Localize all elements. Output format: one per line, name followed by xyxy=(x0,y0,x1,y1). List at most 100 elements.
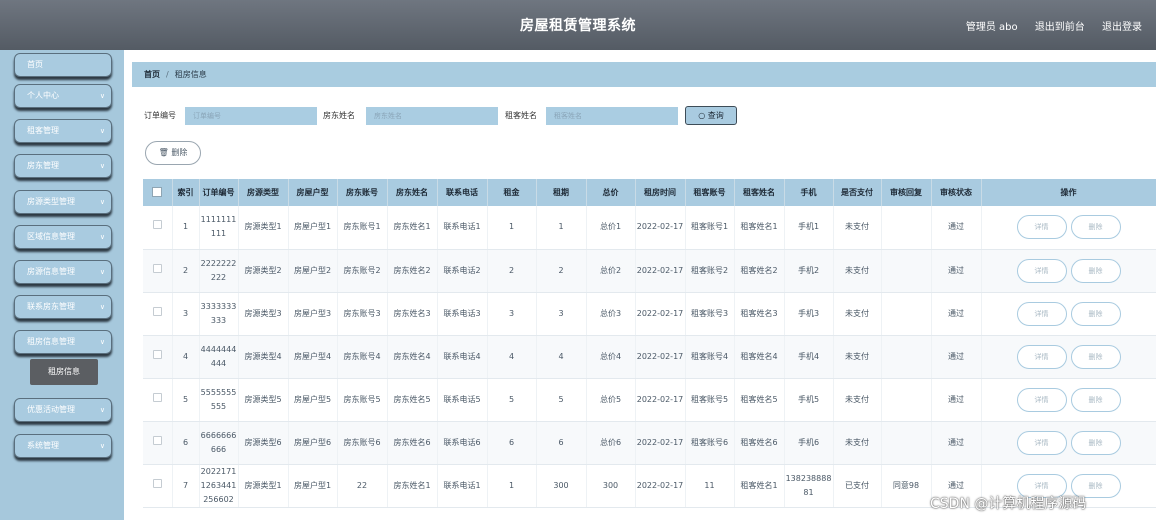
batch-delete-button[interactable]: 🗑 删除 xyxy=(145,141,201,165)
table-cell: 3 xyxy=(172,292,200,336)
select-all-header[interactable] xyxy=(143,179,173,206)
row-delete-button[interactable]: 删除 xyxy=(1070,387,1121,412)
table-cell: 房屋户型1 xyxy=(288,206,338,250)
row-delete-button[interactable]: 删除 xyxy=(1070,344,1121,369)
table-cell: 2022-02-17 xyxy=(635,378,686,422)
query-button-label: 查询 xyxy=(707,111,724,120)
row-checkbox[interactable] xyxy=(152,478,162,488)
table-cell: 租客姓名1 xyxy=(734,206,785,250)
chevron-down-icon: ∨ xyxy=(99,442,105,450)
column-header: 租金 xyxy=(487,179,537,206)
table-cell: 1 xyxy=(487,464,537,508)
row-delete-button[interactable]: 删除 xyxy=(1070,258,1121,283)
sidebar-item-label: 联系房东管理 xyxy=(27,302,75,311)
table-cell: 6666666666 xyxy=(199,421,239,465)
sidebar-item-landlord-management[interactable]: 房东管理 ∨ xyxy=(14,154,112,178)
row-checkbox[interactable] xyxy=(152,263,162,273)
sidebar-item-system-management[interactable]: 系统管理 ∨ xyxy=(14,434,112,458)
table-cell: 1 xyxy=(487,206,537,250)
landlord-name-input[interactable] xyxy=(366,107,498,125)
row-select-cell[interactable] xyxy=(143,335,173,379)
logout-link[interactable]: 退出登录 xyxy=(1102,22,1142,33)
sidebar-item-label: 系统管理 xyxy=(27,441,59,450)
row-delete-button[interactable]: 删除 xyxy=(1070,215,1121,240)
sidebar-item-contact-landlord-management[interactable]: 联系房东管理 ∨ xyxy=(14,295,112,319)
table-cell: 房屋户型1 xyxy=(288,464,338,508)
sidebar-item-house-type-management[interactable]: 房源类型管理 ∨ xyxy=(14,190,112,214)
column-header: 审核回复 xyxy=(881,179,932,206)
order-number-label: 订单编号 xyxy=(144,111,176,120)
sidebar-item-tenant-management[interactable]: 租客管理 ∨ xyxy=(14,119,112,143)
table-row[interactable]: 4 4444444444 房源类型4 房屋户型4 房东账号4 房东姓名4 联系电话4 4 4 总价… xyxy=(143,335,1156,379)
table-cell: 手机2 xyxy=(784,249,834,293)
column-header: 租期 xyxy=(536,179,587,206)
row-checkbox[interactable] xyxy=(152,220,162,230)
row-checkbox[interactable] xyxy=(152,392,162,402)
table-cell: 租客姓名4 xyxy=(734,335,785,379)
row-checkbox[interactable] xyxy=(152,349,162,359)
sidebar-item-label: 房东管理 xyxy=(27,161,59,170)
table-row[interactable]: 1 1111111111 房源类型1 房屋户型1 房东账号1 房东姓名1 联系电话1 1 1 总价… xyxy=(143,206,1156,250)
order-number-input[interactable] xyxy=(185,107,317,125)
table-cell: 2022-02-17 xyxy=(635,292,686,336)
row-delete-button[interactable]: 删除 xyxy=(1070,301,1121,326)
table-cell: 1 xyxy=(536,206,587,250)
current-user: 管理员 abo xyxy=(965,22,1018,33)
table-cell: 房源类型2 xyxy=(238,249,289,293)
row-select-cell[interactable] xyxy=(143,378,173,422)
table-cell: 房屋户型2 xyxy=(288,249,338,293)
back-to-front-link[interactable]: 退出到前台 xyxy=(1035,22,1085,33)
sidebar-item-promotion-management[interactable]: 优惠活动管理 ∨ xyxy=(14,398,112,422)
sidebar-item-label: 区域信息管理 xyxy=(27,232,75,241)
table-cell: 租客账号2 xyxy=(685,249,735,293)
sidebar-subitem-rental-info[interactable]: 租房信息 xyxy=(30,359,98,385)
row-checkbox[interactable] xyxy=(152,306,162,316)
select-all-checkbox[interactable] xyxy=(152,186,163,197)
sidebar-item-label: 首页 xyxy=(27,60,43,69)
chevron-down-icon: ∨ xyxy=(99,198,105,206)
table-cell: 房源类型1 xyxy=(238,464,289,508)
table-cell: 同意98 xyxy=(881,464,932,508)
row-actions-cell: 详情 删除 xyxy=(981,378,1156,422)
table-body: 1 1111111111 房源类型1 房屋户型1 房东账号1 房东姓名1 联系电话1 1 1 总价… xyxy=(143,206,1156,508)
table-cell: 房屋户型5 xyxy=(288,378,338,422)
table-cell: 7 xyxy=(172,464,200,508)
query-button[interactable]: ○ 查询 xyxy=(685,106,737,125)
table-cell: 房东账号1 xyxy=(337,206,388,250)
chevron-down-icon: ∨ xyxy=(99,338,105,346)
row-select-cell[interactable] xyxy=(143,249,173,293)
detail-button[interactable]: 详情 xyxy=(1016,301,1067,326)
row-select-cell[interactable] xyxy=(143,421,173,465)
row-delete-button[interactable]: 删除 xyxy=(1070,430,1121,455)
row-select-cell[interactable] xyxy=(143,464,173,508)
row-select-cell[interactable] xyxy=(143,206,173,250)
table-cell: 总价2 xyxy=(586,249,636,293)
detail-button[interactable]: 详情 xyxy=(1016,215,1067,240)
sidebar-item-house-info-management[interactable]: 房源信息管理 ∨ xyxy=(14,260,112,284)
sidebar-item-region-management[interactable]: 区域信息管理 ∨ xyxy=(14,225,112,249)
table-cell: 房东账号3 xyxy=(337,292,388,336)
sidebar-item-personal-center[interactable]: 个人中心 ∨ xyxy=(14,84,112,108)
table-cell xyxy=(881,335,932,379)
detail-button[interactable]: 详情 xyxy=(1016,258,1067,283)
table-cell: 1111111111 xyxy=(199,206,239,250)
tenant-name-input[interactable] xyxy=(546,107,678,125)
table-row[interactable]: 6 6666666666 房源类型6 房屋户型6 房东账号6 房东姓名6 联系电话6 6 6 总价… xyxy=(143,421,1156,465)
row-select-cell[interactable] xyxy=(143,292,173,336)
chevron-down-icon: ∨ xyxy=(99,233,105,241)
detail-button[interactable]: 详情 xyxy=(1016,344,1067,369)
table-cell: 租客姓名5 xyxy=(734,378,785,422)
column-header: 订单编号 xyxy=(199,179,239,206)
row-checkbox[interactable] xyxy=(152,435,162,445)
sidebar-item-label: 租房信息管理 xyxy=(27,337,75,346)
sidebar-item-home[interactable]: 首页 xyxy=(14,53,112,77)
table-row[interactable]: 3 3333333333 房源类型3 房屋户型3 房东账号3 房东姓名3 联系电话3 3 3 总价… xyxy=(143,292,1156,336)
table-row[interactable]: 5 5555555555 房源类型5 房屋户型5 房东账号5 房东姓名5 联系电话5 5 5 总价… xyxy=(143,378,1156,422)
detail-button[interactable]: 详情 xyxy=(1016,387,1067,412)
table-cell: 租客姓名2 xyxy=(734,249,785,293)
table-row[interactable]: 2 2222222222 房源类型2 房屋户型2 房东账号2 房东姓名2 联系电话2 2 2 总价… xyxy=(143,249,1156,293)
sidebar-item-rental-info-management[interactable]: 租房信息管理 ∨ xyxy=(14,330,112,354)
breadcrumb-home[interactable]: 首页 xyxy=(144,70,160,79)
table-cell: 未支付 xyxy=(833,421,882,465)
detail-button[interactable]: 详情 xyxy=(1016,430,1067,455)
